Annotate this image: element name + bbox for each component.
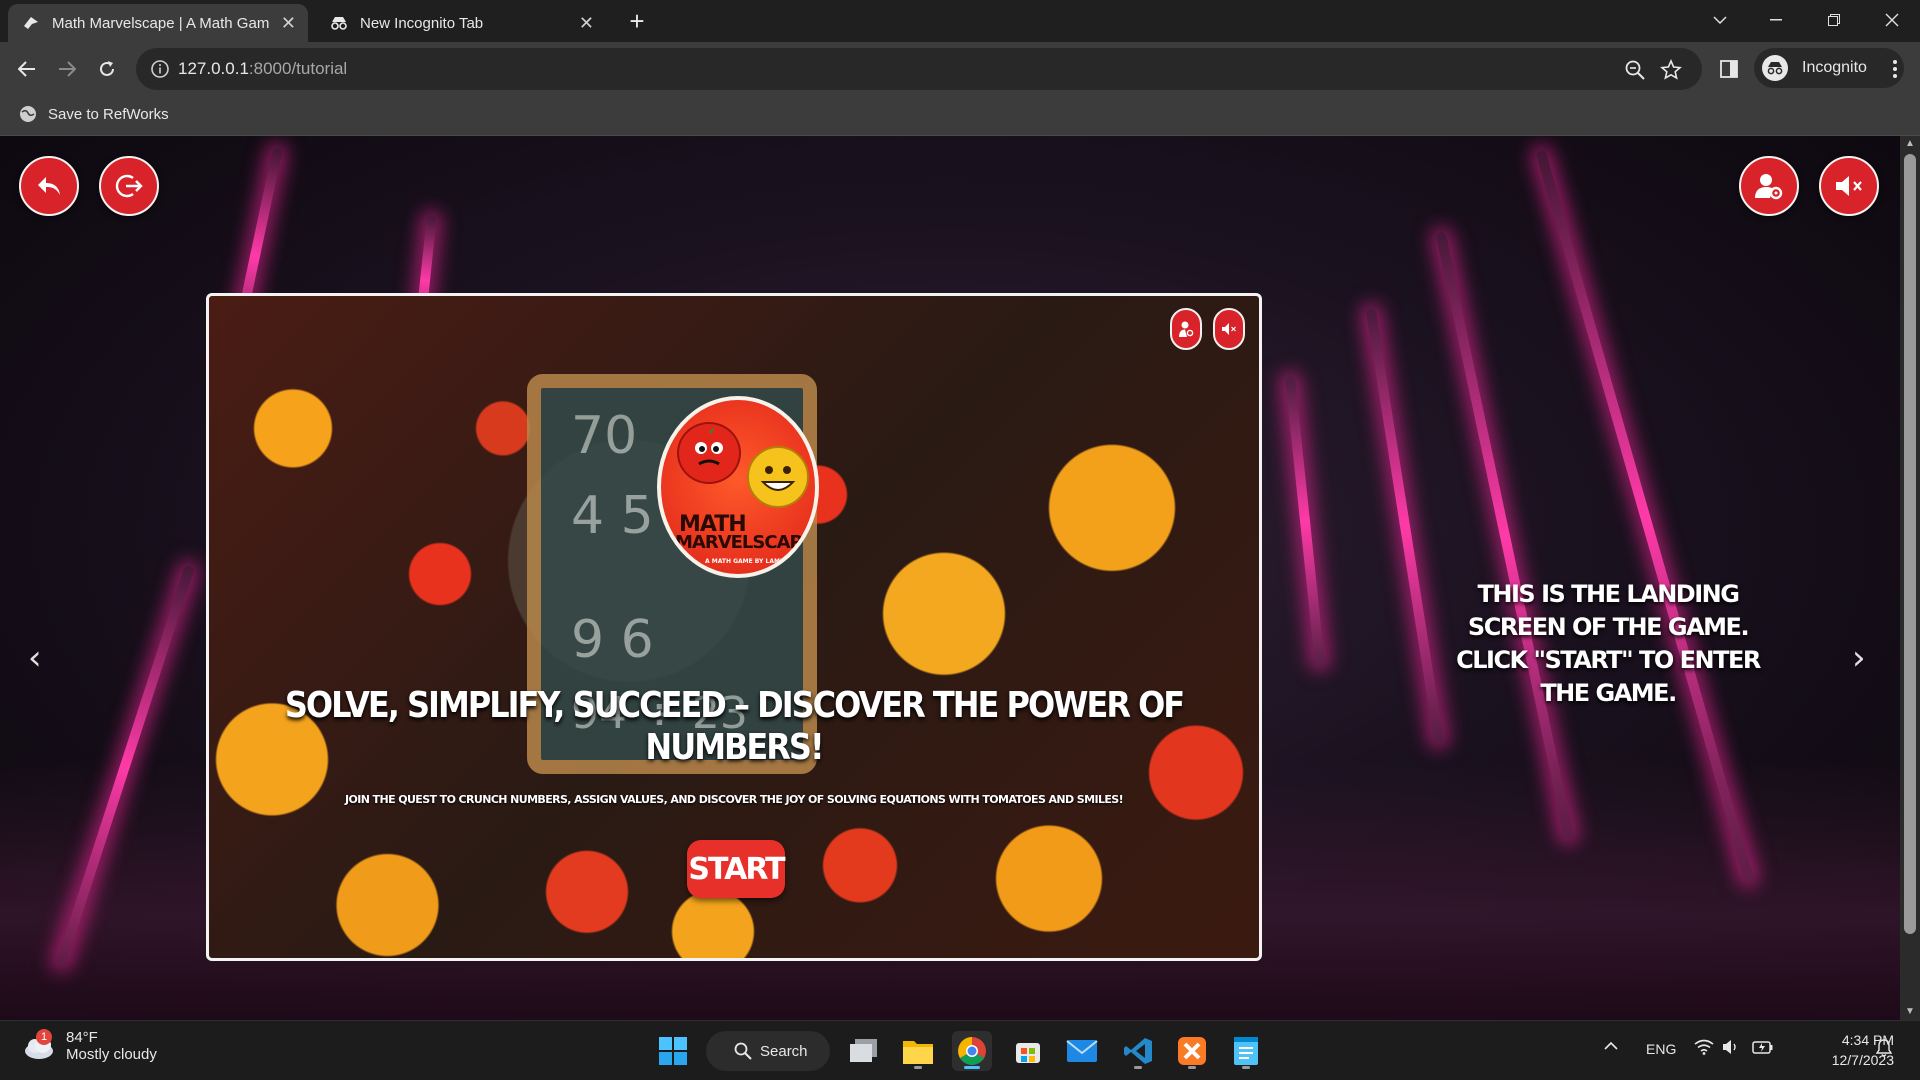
bookmark-star-icon[interactable] bbox=[1660, 58, 1682, 81]
logout-button[interactable] bbox=[99, 156, 159, 216]
windows-taskbar: 1 84°F Mostly cloudy Search ENG 4:34 PM … bbox=[0, 1020, 1920, 1080]
input-language[interactable]: ENG bbox=[1646, 1041, 1676, 1057]
preview-headline: SOLVE, SIMPLIFY, SUCCEED – DISCOVER THE … bbox=[284, 684, 1185, 768]
search-icon bbox=[734, 1042, 752, 1064]
chalk-text: 9 6 bbox=[571, 610, 654, 670]
speaker-muted-icon bbox=[1836, 176, 1862, 196]
user-settings-icon bbox=[1755, 174, 1783, 200]
weather-alert-badge: 1 bbox=[36, 1029, 52, 1045]
zoom-icon[interactable] bbox=[1624, 59, 1646, 81]
reload-icon[interactable] bbox=[92, 54, 122, 84]
carousel-next-arrow[interactable]: › bbox=[1852, 638, 1866, 678]
scrollbar-thumb[interactable] bbox=[1904, 154, 1916, 934]
minimize-icon[interactable] bbox=[1748, 0, 1804, 40]
weather-temperature: 84°F bbox=[66, 1029, 98, 1046]
site-favicon-icon bbox=[22, 14, 40, 32]
taskbar-search[interactable]: Search bbox=[706, 1031, 830, 1071]
task-view-icon[interactable] bbox=[844, 1031, 884, 1071]
windows-start-icon[interactable] bbox=[653, 1031, 693, 1071]
url-host: 127.0.0.1 bbox=[178, 59, 249, 78]
wifi-icon[interactable] bbox=[1694, 1039, 1714, 1058]
profile-label: Incognito bbox=[1802, 59, 1867, 76]
preview-subheadline: JOIN THE QUEST TO CRUNCH NUMBERS, ASSIGN… bbox=[344, 793, 1124, 806]
incognito-icon bbox=[1762, 55, 1788, 81]
tutorial-caption: THIS IS THE LANDING SCREEN OF THE GAME. … bbox=[1456, 580, 1761, 707]
mute-button[interactable] bbox=[1819, 156, 1879, 216]
bookmarks-bar: Save to RefWorks bbox=[0, 96, 1920, 136]
site-info-icon[interactable] bbox=[150, 59, 170, 79]
close-tab-icon[interactable]: ✕ bbox=[579, 13, 594, 34]
menu-kebab-icon[interactable] bbox=[1880, 54, 1910, 84]
logout-icon bbox=[115, 174, 143, 198]
search-label: Search bbox=[760, 1042, 808, 1060]
preview-profile-button bbox=[1170, 308, 1202, 350]
forward-icon[interactable] bbox=[52, 54, 82, 84]
vscode-icon[interactable] bbox=[1118, 1031, 1158, 1071]
file-explorer-icon[interactable] bbox=[898, 1031, 938, 1071]
close-tab-icon[interactable]: ✕ bbox=[281, 13, 296, 34]
running-indicator bbox=[1134, 1066, 1142, 1069]
side-panel-icon[interactable] bbox=[1714, 54, 1744, 84]
cloudy-weather-icon: 1 bbox=[22, 1029, 56, 1063]
chrome-taskbar-icon[interactable] bbox=[952, 1031, 992, 1071]
tab-title: New Incognito Tab bbox=[360, 14, 484, 32]
running-indicator bbox=[914, 1066, 922, 1069]
game-tutorial-page: 70 4 5 9 6 94 ÷ 23 MATH MARVELSCAPE A MA… bbox=[0, 136, 1900, 1020]
incognito-icon bbox=[330, 14, 348, 32]
running-indicator bbox=[1242, 1066, 1250, 1069]
carousel-prev-arrow[interactable]: ‹ bbox=[28, 638, 42, 678]
preview-mute-button bbox=[1213, 308, 1245, 350]
tutorial-preview-panel: 70 4 5 9 6 94 ÷ 23 MATH MARVELSCAPE A MA… bbox=[206, 293, 1262, 961]
page-scrollbar[interactable]: ▲ ▼ bbox=[1900, 136, 1920, 1020]
xampp-icon[interactable] bbox=[1172, 1031, 1212, 1071]
chalk-text: 70 bbox=[571, 406, 638, 466]
browser-toolbar: 127.0.0.1:8000/tutorial Incognito bbox=[0, 42, 1920, 96]
scroll-down-arrow[interactable]: ▼ bbox=[1904, 1006, 1916, 1018]
start-button[interactable]: START bbox=[687, 840, 786, 898]
back-icon[interactable] bbox=[12, 54, 42, 84]
weather-condition: Mostly cloudy bbox=[66, 1046, 157, 1063]
neon-strip bbox=[1365, 307, 1445, 745]
globe-icon bbox=[18, 104, 38, 124]
tab-strip: Math Marvelscape | A Math Gam ✕ New Inco… bbox=[0, 0, 1920, 42]
tomato-mascot-icon bbox=[677, 422, 741, 484]
profile-settings-button[interactable] bbox=[1739, 156, 1799, 216]
tab-title: Math Marvelscape | A Math Gam bbox=[52, 14, 270, 32]
logo-title-line2: MARVELSCAPE bbox=[675, 532, 814, 553]
neon-strip bbox=[1435, 231, 1575, 841]
bookmark-save-to-refworks[interactable]: Save to RefWorks bbox=[18, 104, 169, 124]
new-tab-button[interactable]: + bbox=[622, 6, 652, 36]
bookmark-label: Save to RefWorks bbox=[48, 105, 169, 123]
weather-widget[interactable]: 1 84°F Mostly cloudy bbox=[22, 1029, 157, 1063]
neon-strip bbox=[1284, 376, 1326, 666]
address-bar[interactable]: 127.0.0.1:8000/tutorial bbox=[136, 48, 1702, 90]
url-path: :8000/tutorial bbox=[248, 59, 348, 78]
battery-charging-icon[interactable] bbox=[1752, 1039, 1774, 1058]
notification-bell-icon[interactable] bbox=[1875, 1039, 1893, 1060]
undo-arrow-icon bbox=[38, 177, 60, 195]
user-settings-icon bbox=[1179, 321, 1194, 337]
logo-byline: A MATH GAME BY LAMBESH bbox=[705, 558, 798, 565]
game-logo: MATH MARVELSCAPE A MATH GAME BY LAMBESH bbox=[657, 396, 819, 578]
scroll-up-arrow[interactable]: ▲ bbox=[1904, 138, 1916, 150]
restore-icon[interactable] bbox=[1806, 0, 1862, 40]
back-button[interactable] bbox=[19, 156, 79, 216]
microsoft-store-icon[interactable] bbox=[1008, 1031, 1048, 1071]
active-indicator bbox=[964, 1066, 980, 1069]
notepad-icon[interactable] bbox=[1226, 1031, 1266, 1071]
smiley-mascot-icon bbox=[747, 446, 809, 508]
tray-chevron-up-icon[interactable] bbox=[1604, 1037, 1618, 1053]
close-window-icon[interactable] bbox=[1864, 0, 1920, 40]
tab-math-marvelscape[interactable]: Math Marvelscape | A Math Gam ✕ bbox=[8, 4, 308, 42]
tab-search-chevron-icon[interactable] bbox=[1692, 0, 1748, 40]
mail-icon[interactable] bbox=[1062, 1031, 1102, 1071]
tab-new-incognito[interactable]: New Incognito Tab ✕ bbox=[316, 4, 606, 42]
chalk-text: 4 5 bbox=[571, 486, 654, 546]
speaker-muted-icon bbox=[1222, 323, 1236, 335]
running-indicator bbox=[1188, 1066, 1196, 1069]
url-text: 127.0.0.1:8000/tutorial bbox=[178, 59, 347, 79]
volume-icon[interactable] bbox=[1722, 1039, 1740, 1058]
